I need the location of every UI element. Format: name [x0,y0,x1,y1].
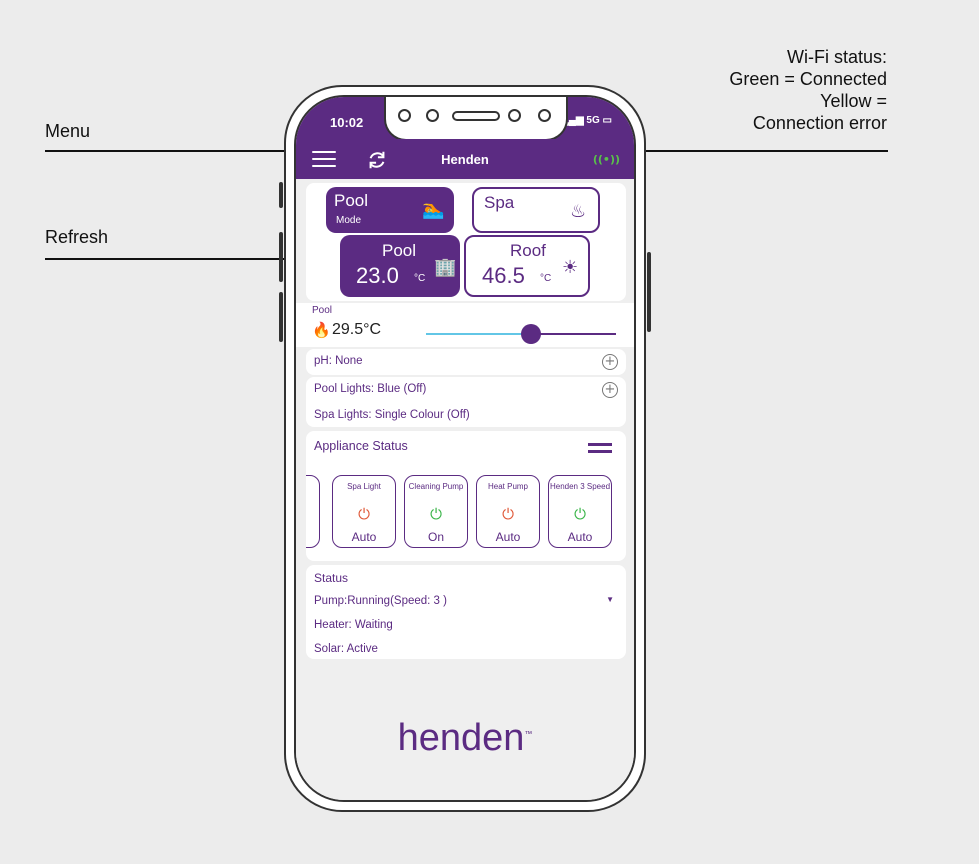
pool-temp-tile[interactable]: Pool 23.0 °C 🏢 [340,235,460,297]
power-icon: ⏻ [430,506,442,523]
callout-wifi-line4: Connection error [752,113,887,133]
appliance-tile[interactable]: Henden 3 Speed ⏻ Auto [548,475,612,548]
slider-track-rest [531,333,616,335]
callout-wifi-line [620,150,888,152]
pool-mode-sub: Mode [336,215,362,226]
logo-tm: ™ [524,729,533,739]
pool-lights-add-icon[interactable]: + [602,382,618,398]
hot-tub-icon: ♨ [570,201,587,221]
appliance-tile[interactable]: Heat Pump ⏻ Auto [476,475,540,548]
callout-wifi-line3: Yellow = [820,91,887,111]
appliance-name: Henden 3 Speed [549,482,611,491]
flame-icon: 🔥 [312,322,331,339]
notch-speaker [452,111,500,121]
roof-temp-value: 46.5 [482,263,525,288]
callout-refresh: Refresh [45,227,109,247]
appliance-name: Heat Pump [487,482,529,491]
appliance-tile[interactable]: Spa Light ⏻ Auto [332,475,396,548]
appliance-state: Auto [495,530,521,544]
solar-panel-icon: ☀ [562,257,579,277]
appliance-card: Appliance Status Spa Light ⏻ Auto Cleaning … [306,431,626,561]
setpoint-slider[interactable] [426,323,616,345]
status-signal: ▂▄▆ 5G ▭ [561,115,612,126]
collapse-icon[interactable] [588,443,612,453]
spa-lights-label: Spa Lights: Single Colour (Off) [314,409,470,421]
slider-track-filled [426,333,531,335]
callout-wifi-line1: Wi-Fi status: [786,47,887,67]
notch-dot [398,109,411,122]
swimmer-icon: 🏊 [422,199,445,219]
appliance-state: Auto [567,530,593,544]
henden-logo: henden™ [296,717,634,760]
phone-side-button [647,252,651,332]
app-bar: Henden ((•)) [296,139,634,179]
appliance-tile[interactable]: Cleaning Pump ⏻ On [404,475,468,548]
status-card: Status Pump:Running(Speed: 3 ) ▼ Heater:… [306,565,626,659]
wifi-status-icon[interactable]: ((•)) [593,153,620,166]
pool-temp-unit: °C [414,273,426,284]
status-heater: Heater: Waiting [314,619,393,631]
status-network: 5G [586,115,600,126]
phone-screen: 10:02 ▂▄▆ 5G ▭ Henden ((•)) Pool Mode 🏊 … [294,95,636,802]
appliance-partial-tile[interactable] [306,475,320,548]
status-title: Status [314,571,349,585]
ph-add-icon[interactable]: + [602,354,618,370]
ph-card: pH: None + [306,349,626,375]
pool-mode-tile[interactable]: Pool Mode 🏊 [326,187,454,233]
phone-side-button [279,232,283,282]
setpoint-label: Pool [312,305,333,316]
appliance-name: Spa Light [347,482,381,491]
app-content: Pool Mode 🏊 Spa ♨ Pool 23.0 °C 🏢 Roof 46… [296,179,634,800]
status-solar: Solar: Active [314,643,378,655]
setpoint-value: 29.5°C [332,321,382,338]
phone-side-button [279,292,283,342]
callout-menu-line [45,150,300,152]
notch-dot [426,109,439,122]
status-time: 10:02 [330,115,364,130]
phone-side-button [279,182,283,208]
status-dropdown-icon[interactable]: ▼ [606,595,614,604]
mode-card: Pool Mode 🏊 Spa ♨ Pool 23.0 °C 🏢 Roof 46… [306,183,626,301]
notch-dot [538,109,551,122]
callout-wifi-line2: Green = Connected [729,69,887,89]
status-pump: Pump:Running(Speed: 3 ) [314,595,447,607]
appliance-state: Auto [351,530,377,544]
power-icon: ⏻ [358,506,370,523]
power-icon: ⏻ [502,506,514,523]
ph-label: pH: None [314,355,363,367]
spa-mode-tile[interactable]: Spa ♨ [472,187,600,233]
phone-frame: 10:02 ▂▄▆ 5G ▭ Henden ((•)) Pool Mode 🏊 … [279,85,651,812]
appliance-title: Appliance Status [314,439,408,453]
callout-wifi: Wi-Fi status: Green = Connected Yellow =… [667,46,887,134]
pool-temp-label: Pool [382,241,417,260]
logo-text: henden [397,717,525,759]
app-title: Henden [441,152,489,167]
pool-lights-label: Pool Lights: Blue (Off) [314,383,427,395]
notch-dot [508,109,521,122]
roof-temp-tile[interactable]: Roof 46.5 °C ☀ [464,235,590,297]
roof-temp-label: Roof [510,241,546,260]
appliance-name: Cleaning Pump [408,482,464,491]
pool-mode-label: Pool [334,191,369,210]
spa-mode-label: Spa [484,193,515,212]
pool-ladder-icon: 🏢 [434,257,457,277]
camera-notch [384,97,568,141]
setpoint-row: Pool 🔥 29.5°C [296,303,634,347]
callout-menu: Menu [45,121,91,141]
pool-temp-value: 23.0 [356,263,399,288]
appliance-state: On [427,530,444,544]
power-icon: ⏻ [574,506,586,523]
roof-temp-unit: °C [540,273,552,284]
lights-card: Pool Lights: Blue (Off) + Spa Lights: Si… [306,377,626,427]
slider-knob[interactable] [521,324,541,344]
